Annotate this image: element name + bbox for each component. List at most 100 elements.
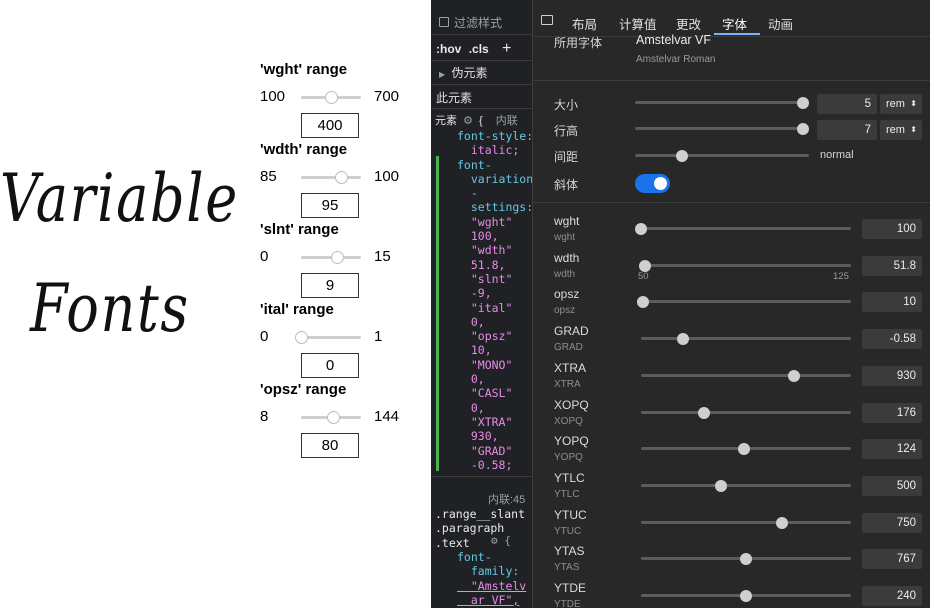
size-value-input[interactable]: 5 (817, 94, 877, 114)
code-line: font-style: (457, 129, 533, 143)
axis-slider-thumb[interactable] (677, 332, 689, 345)
axis-value-input[interactable]: 10 (862, 292, 922, 312)
rule-source-link[interactable]: 内联:45 (488, 491, 532, 507)
code-line: -9, (457, 286, 492, 301)
axis-range-slider[interactable] (295, 331, 361, 344)
axis-tag: YTDE (554, 581, 587, 595)
code-line: "XTRA" (457, 414, 513, 429)
axis-subtag: YTLC (554, 489, 580, 500)
axis-slider-thumb[interactable] (639, 259, 652, 272)
axis-value-box[interactable]: 95 (301, 193, 359, 218)
add-rule-button[interactable]: + (502, 40, 511, 57)
element-gear-icon[interactable]: ⚙ (463, 115, 473, 127)
tab-4[interactable]: 动画 (768, 14, 793, 33)
size-unit-value: rem (886, 98, 905, 110)
axis-range-thumb[interactable] (325, 91, 338, 104)
code-line: variation (457, 171, 533, 186)
axis-value-box[interactable]: 80 (301, 433, 359, 458)
line-height-unit-select[interactable]: rem ⬍ (880, 120, 922, 140)
axis-value-input[interactable]: -0.58 (862, 329, 922, 349)
axis-slider-opsz[interactable] (637, 295, 851, 308)
font-style-name: Amstelvar Roman (636, 54, 716, 65)
axis-range-thumb[interactable] (331, 251, 344, 264)
axis-range-slider[interactable] (301, 411, 361, 424)
axis-slider-thumb[interactable] (740, 552, 752, 565)
axis-value-box[interactable]: 9 (301, 273, 359, 298)
tab-1[interactable]: 计算值 (619, 14, 657, 33)
cls-button[interactable]: .cls (469, 42, 489, 56)
axis-value-input[interactable]: 930 (862, 366, 922, 386)
axis-range-slider[interactable] (301, 251, 361, 264)
filter-styles-placeholder: 过滤样式 (454, 16, 503, 30)
axis-slider-wght[interactable] (635, 222, 851, 235)
axis-slider-grad[interactable] (641, 332, 851, 345)
axis-max-label: 125 (833, 271, 849, 282)
axis-range-slider[interactable] (301, 171, 361, 184)
axis-value-box[interactable]: 0 (301, 353, 359, 378)
inline-source-link[interactable]: 内联 (496, 115, 518, 127)
axis-range-max: 100 (374, 168, 400, 185)
axis-tag: YOPQ (554, 434, 589, 448)
axis-range-thumb[interactable] (326, 411, 340, 424)
axis-slider-yopq[interactable] (641, 442, 851, 455)
axis-slider-thumb[interactable] (698, 406, 710, 419)
updown-icon: ⬍ (910, 125, 917, 134)
rule-declarations[interactable]: font- family: "Amstelv ar VF", (457, 550, 526, 607)
element-style-declarations[interactable]: font-style: italic; font- variation - set… (457, 129, 533, 472)
dock-toggle-icon[interactable] (541, 15, 553, 25)
axis-slider-wdth[interactable] (639, 259, 851, 272)
code-line: 0, (457, 372, 485, 387)
hov-button[interactable]: :hov (436, 42, 461, 56)
axis-range-thumb[interactable] (295, 331, 308, 344)
axis-slider-thumb[interactable] (788, 369, 801, 382)
size-slider[interactable] (635, 96, 809, 109)
code-line: italic; (457, 143, 520, 158)
axis-slider-ytde[interactable] (641, 589, 851, 602)
tab-3[interactable]: 字体 (722, 14, 747, 33)
line-height-slider-thumb[interactable] (797, 122, 809, 135)
axis-subtag: YOPQ (554, 452, 583, 463)
axis-slider-thumb[interactable] (714, 479, 727, 492)
axis-slider-thumb[interactable] (737, 442, 750, 455)
axis-value-input[interactable]: 500 (862, 476, 922, 496)
line-height-value-input[interactable]: 7 (817, 120, 877, 140)
tab-0[interactable]: 布局 (572, 14, 597, 33)
axis-subtag: YTAS (554, 562, 580, 573)
axis-value-input[interactable]: 176 (862, 403, 922, 423)
axis-tag: opsz (554, 287, 580, 301)
element-selector: 元素 (435, 115, 457, 127)
pseudo-elements-row[interactable]: ▶ 伪元素 (439, 64, 532, 81)
axis-tag: XTRA (554, 361, 587, 375)
axis-slider-ytlc[interactable] (641, 479, 851, 492)
axis-range-min: 8 (260, 408, 269, 425)
filter-styles-input[interactable]: 过滤样式 (439, 14, 532, 31)
axis-slider-thumb[interactable] (740, 589, 752, 602)
axis-slider-thumb[interactable] (775, 516, 788, 529)
axis-slider-ytas[interactable] (641, 552, 851, 565)
size-slider-thumb[interactable] (797, 96, 809, 109)
rule-gear-icon[interactable]: ⚙ { (491, 534, 511, 547)
axis-slider-thumb[interactable] (635, 222, 647, 235)
axis-range-slider[interactable] (301, 91, 361, 104)
line-height-slider[interactable] (635, 122, 809, 135)
axis-range-thumb[interactable] (335, 171, 349, 184)
axis-value-input[interactable]: 750 (862, 513, 922, 533)
axis-slider-xopq[interactable] (641, 406, 851, 419)
active-tab-indicator (714, 33, 760, 35)
tab-2[interactable]: 更改 (676, 14, 701, 33)
axis-slider-ytuc[interactable] (641, 516, 851, 529)
axis-value-input[interactable]: 51.8 (862, 256, 922, 276)
spacing-slider-thumb[interactable] (675, 149, 688, 162)
spacing-slider[interactable] (635, 149, 809, 162)
axis-value-input[interactable]: 124 (862, 439, 922, 459)
axis-subtag: XOPQ (554, 416, 583, 427)
axis-value-input[interactable]: 767 (862, 549, 922, 569)
size-unit-select[interactable]: rem ⬍ (880, 94, 922, 114)
axis-value-input[interactable]: 100 (862, 219, 922, 239)
axis-slider-xtra[interactable] (641, 369, 851, 382)
italic-toggle[interactable] (635, 174, 670, 193)
axis-value-input[interactable]: 240 (862, 586, 922, 606)
axis-value-box[interactable]: 400 (301, 113, 359, 138)
rule-selector[interactable]: .range__slant .paragraph .text (435, 507, 525, 550)
axis-slider-thumb[interactable] (637, 295, 650, 308)
